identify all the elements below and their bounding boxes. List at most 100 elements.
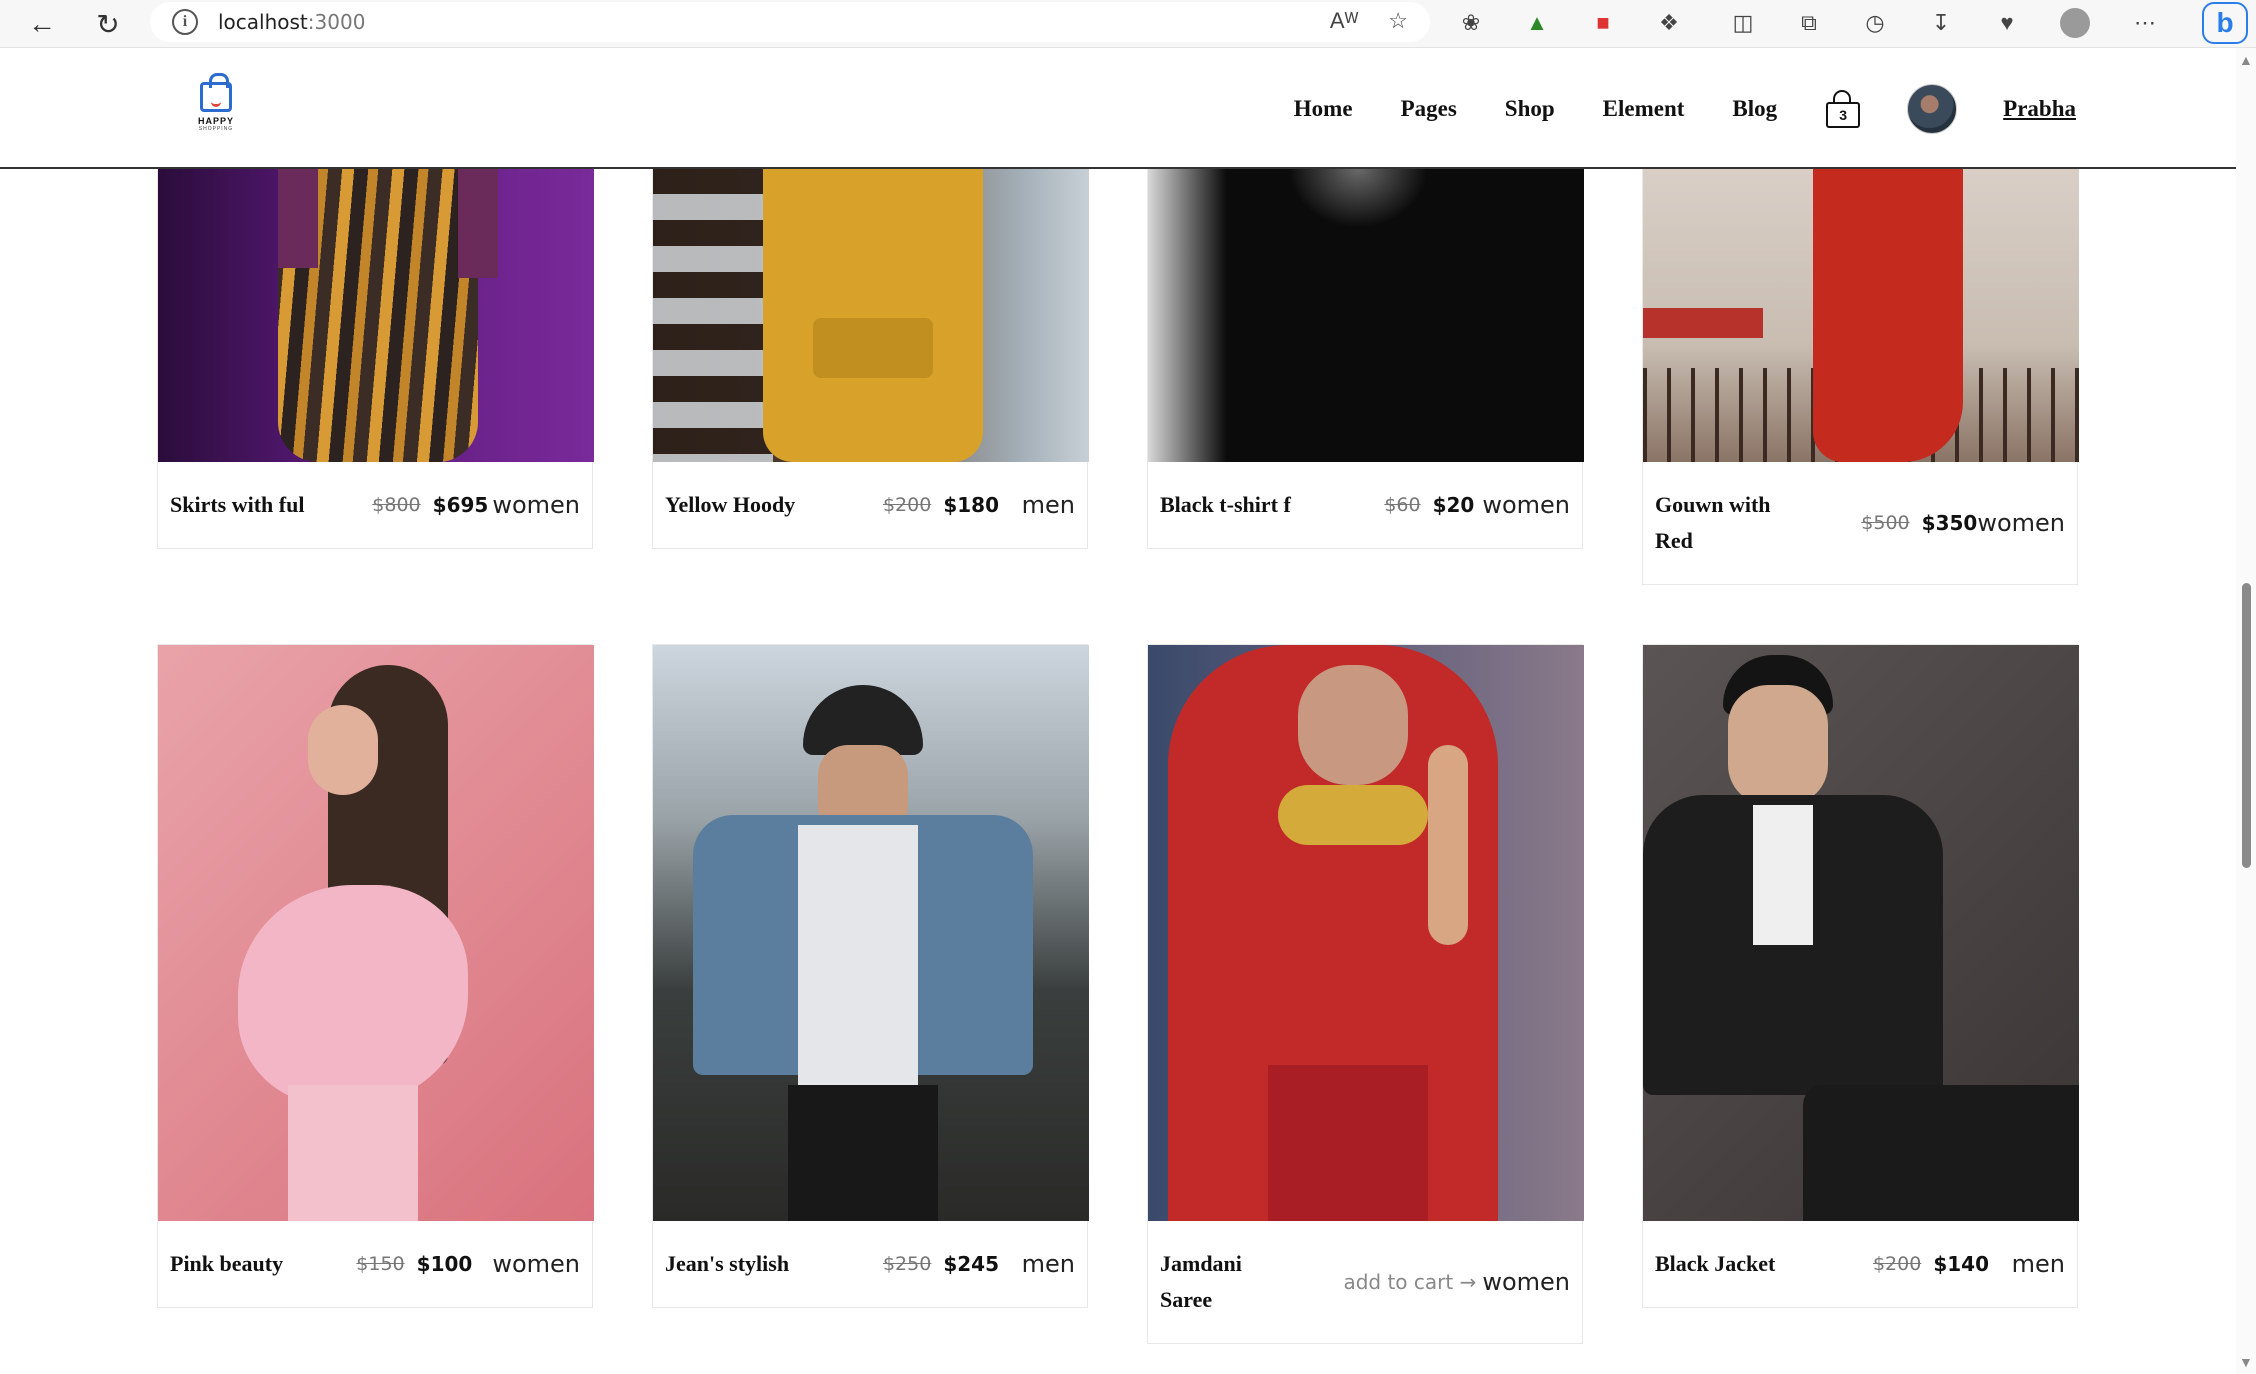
nav-home[interactable]: Home [1294,96,1353,122]
product-name[interactable]: Black Jacket [1655,1246,1775,1282]
html-icon[interactable]: ▲ [1520,6,1554,40]
product-meta: Black t-shirt f $60 $20 women [1148,462,1582,548]
nav-blog[interactable]: Blog [1732,96,1777,122]
product-card[interactable]: Pink beauty $150 $100 women [157,644,594,1308]
product-meta: Skirts with ful $800 $695 women [158,462,592,548]
url-host: localhost [218,10,308,34]
info-icon[interactable]: i [172,9,198,35]
url-text[interactable]: localhost:3000 [218,10,365,34]
product-name[interactable]: Jamdani Saree [1160,1246,1242,1318]
category-label: women [492,491,580,519]
color-picker-icon[interactable]: ■ [1586,6,1620,40]
read-aloud-icon[interactable]: Aᵂ [1330,8,1358,34]
product-meta: Jamdani Saree add to cart → women [1148,1221,1582,1343]
user-name-link[interactable]: Prabha [2003,96,2076,122]
more-icon[interactable]: ⋯ [2128,6,2162,40]
black-pants-shape [788,1085,938,1221]
product-card[interactable]: Gouwn with Red $500 $350 women [1642,168,2079,585]
logo-subtext: SHOPPING [198,126,234,132]
add-to-cart-link[interactable]: add to cart → [1343,1270,1476,1294]
product-name-line1: Gouwn with [1655,492,1771,517]
category-label: women [1977,509,2065,537]
category-label: men [2011,1250,2065,1278]
product-card[interactable]: Black Jacket $200 $140 men [1642,644,2079,1308]
price: $140 [1933,1252,1989,1276]
old-price: $200 [882,494,932,516]
product-meta: Yellow Hoody $200 $180 men [653,462,1087,548]
hoody-pocket-shape [813,318,933,378]
collections-icon[interactable]: ⧉ [1792,6,1826,40]
product-image[interactable] [1643,168,2079,462]
old-price: $250 [882,1253,932,1275]
back-icon[interactable]: ← [22,4,62,44]
product-meta: Jean's stylish $250 $245 men [653,1221,1087,1307]
user-avatar[interactable] [1907,83,1958,134]
scrollbar-thumb[interactable] [2242,583,2251,868]
product-image[interactable] [158,645,594,1221]
category-label: men [1021,491,1075,519]
happy-shopping-logo[interactable]: HAPPY SHOPPING [188,73,244,138]
product-card[interactable]: Black t-shirt f $60 $20 women [1147,168,1584,549]
product-card[interactable]: Skirts with ful $800 $695 women [157,168,594,549]
product-image[interactable] [653,168,1089,462]
sleeve-shape [278,168,318,268]
white-tshirt-shape [798,825,918,1095]
hair-shape [1288,168,1428,228]
old-price: $800 [372,494,421,516]
product-name[interactable]: Jean's stylish [665,1246,789,1282]
address-bar[interactable]: i localhost:3000 Aᵂ ☆ [150,2,1430,42]
product-image[interactable] [1148,168,1584,462]
gold-necklace-shape [1278,785,1428,845]
url-port: :3000 [307,10,366,34]
price: $695 [432,493,489,517]
bug-icon[interactable]: ❀ [1454,6,1488,40]
product-name[interactable]: Black t-shirt f [1160,487,1291,523]
product-image[interactable] [158,168,594,462]
dress-skirt-shape [288,1085,418,1221]
price: $350 [1921,511,1978,535]
bing-copilot-icon[interactable]: b [2202,2,2248,44]
product-image[interactable] [1643,645,2079,1221]
price: $180 [943,493,999,517]
product-name[interactable]: Yellow Hoody [665,487,795,523]
extensions-icon[interactable]: ❖ [1652,6,1686,40]
profile-avatar [2060,8,2090,38]
product-card[interactable]: Jean's stylish $250 $245 men [652,644,1089,1308]
old-price: $150 [356,1253,405,1275]
product-name[interactable]: Pink beauty [170,1246,283,1282]
nav-pages[interactable]: Pages [1401,96,1457,122]
cart-icon[interactable]: 3 [1825,89,1861,128]
product-meta: Pink beauty $150 $100 women [158,1221,592,1307]
face-shape [1298,665,1408,785]
product-image[interactable] [653,645,1089,1221]
face-shape [1728,685,1828,805]
building-windows-shape [653,168,773,462]
face-shape [308,705,378,795]
profile-icon[interactable] [2058,6,2092,40]
scroll-down-icon[interactable]: ▼ [2239,1354,2253,1370]
nav-element[interactable]: Element [1603,96,1685,122]
page-scrollbar[interactable]: ▲ ▼ [2236,48,2256,1374]
product-name[interactable]: Skirts with ful [170,487,304,523]
product-image[interactable] [1148,645,1584,1221]
category-label: women [1482,1268,1570,1296]
split-screen-icon[interactable]: ◫ [1726,6,1760,40]
red-gown-shape [1813,168,1963,462]
download-icon[interactable]: ↧ [1924,6,1958,40]
old-price: $200 [1872,1253,1922,1275]
product-card[interactable]: Jamdani Saree add to cart → women [1147,644,1584,1344]
lehenga-shape [1268,1065,1428,1221]
scroll-up-icon[interactable]: ▲ [2239,52,2253,68]
product-name[interactable]: Gouwn with Red [1655,487,1771,559]
white-shirt-shape [1753,805,1813,945]
product-card[interactable]: Yellow Hoody $200 $180 men [652,168,1089,549]
nav-shop[interactable]: Shop [1505,96,1555,122]
main-nav: Home Pages Shop Element Blog 3 Prabha [1294,48,2236,169]
reload-icon[interactable]: ↻ [88,4,128,44]
browser-toolbar: ← ↻ i localhost:3000 Aᵂ ☆ ❀ ▲ ■ ❖ ◫ ⧉ ◷ … [0,0,2256,48]
favorite-star-icon[interactable]: ☆ [1388,8,1408,34]
sleeve-shape [458,168,498,278]
history-icon[interactable]: ◷ [1858,6,1892,40]
old-price: $60 [1384,494,1421,516]
browser-essentials-icon[interactable]: ♥ [1990,6,2024,40]
